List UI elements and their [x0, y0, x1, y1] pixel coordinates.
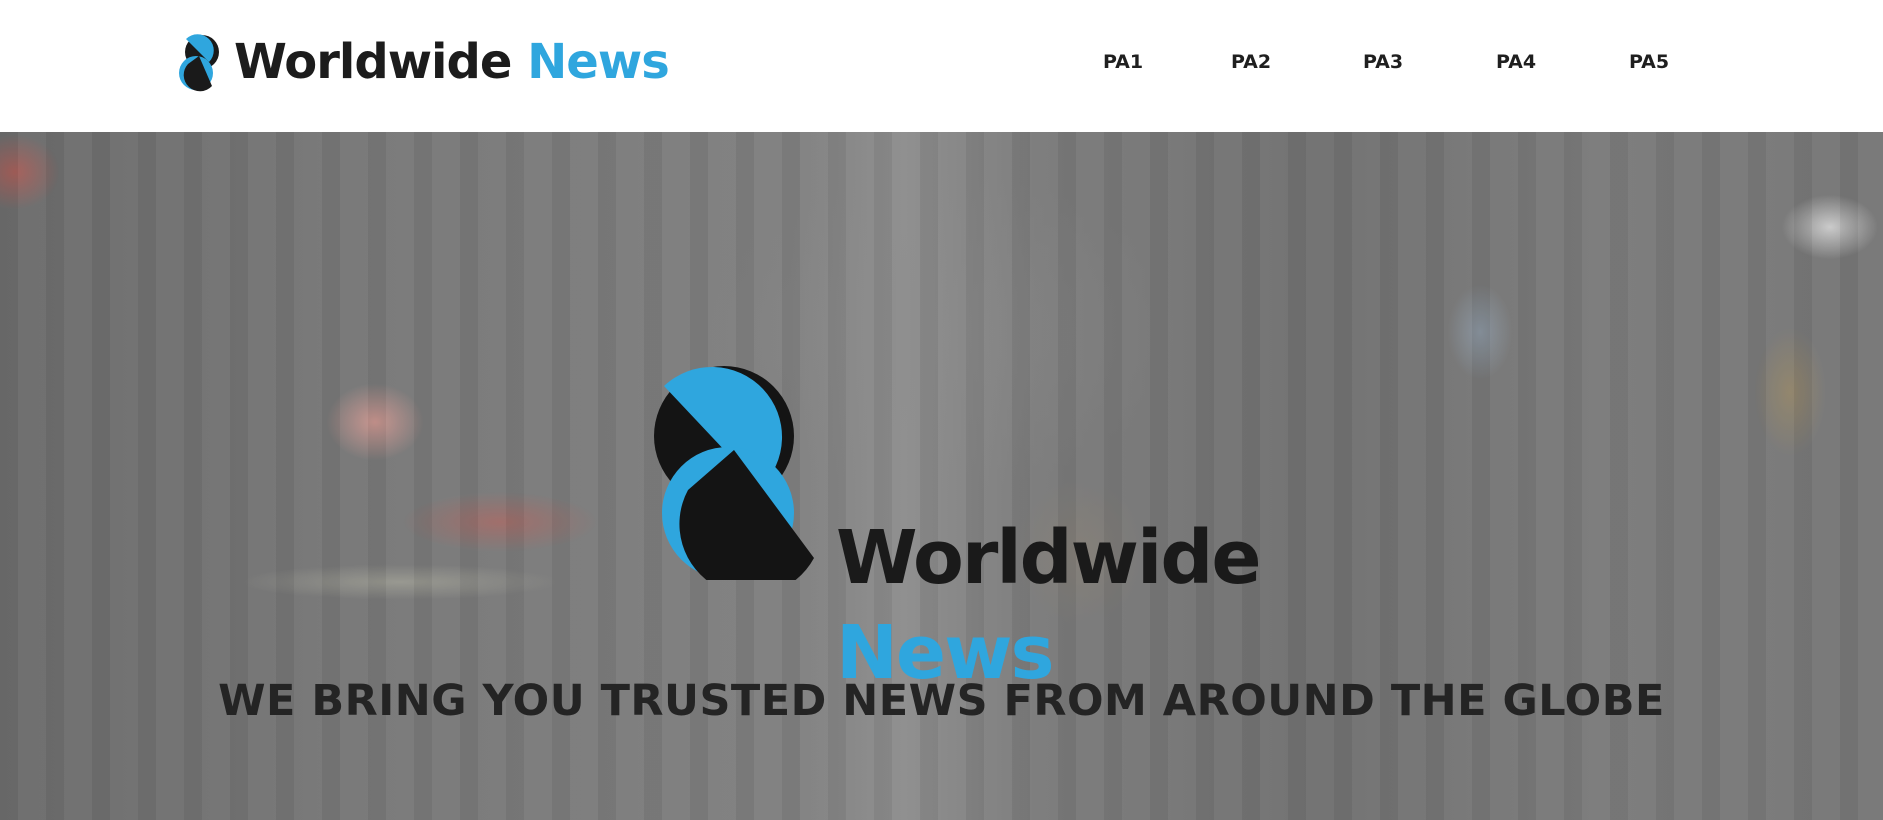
brand-name: Worldwide News [234, 38, 670, 86]
main-nav: PA1 PA2 PA3 PA4 PA5 [1070, 46, 1710, 78]
nav-item-pa4[interactable]: PA4 [1496, 46, 1536, 78]
brand-logo-link[interactable]: Worldwide News [176, 30, 670, 94]
nav-item-pa5[interactable]: PA5 [1629, 46, 1669, 78]
site-header: Worldwide News PA1 PA2 PA3 PA4 PA5 [0, 0, 1883, 132]
nav-item-pa3[interactable]: PA3 [1363, 46, 1403, 78]
nav-item-pa1[interactable]: PA1 [1103, 46, 1143, 78]
hero-banner: Worldwide News WE BRING YOU TRUSTED NEWS… [0, 132, 1883, 820]
nav-item-pa2[interactable]: PA2 [1231, 46, 1271, 78]
hero-tagline: WE BRING YOU TRUSTED NEWS FROM AROUND TH… [218, 676, 1665, 726]
worldwide-news-large-logo-icon [654, 366, 814, 580]
worldwide-news-logo-icon [179, 34, 219, 92]
brand-name-worldwide: Worldwide [234, 34, 512, 90]
hero-logo-worldwide: Worldwide [836, 515, 1262, 601]
hero-logo: Worldwide News [652, 366, 1262, 690]
brand-name-news: News [527, 34, 670, 90]
